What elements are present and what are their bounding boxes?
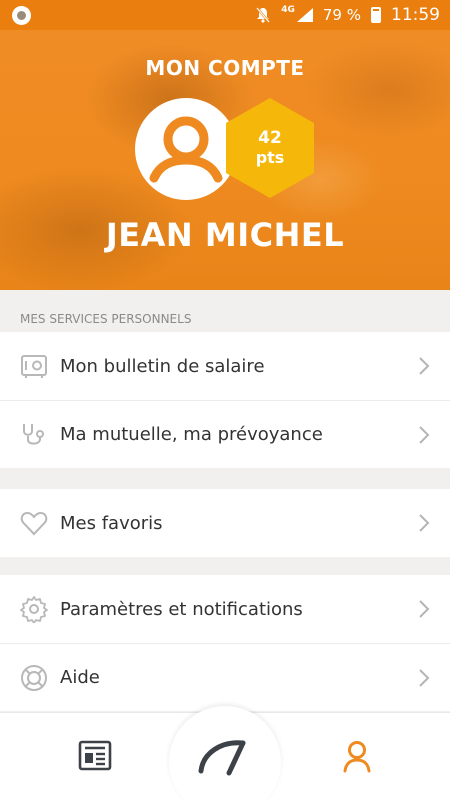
favorites-list: Mes favoris — [0, 489, 450, 557]
points-unit: pts — [255, 148, 285, 167]
avatar[interactable] — [135, 98, 237, 200]
nav-news[interactable] — [50, 712, 140, 800]
list-item-payslip[interactable]: Mon bulletin de salaire — [0, 332, 450, 400]
list-item-label: Mon bulletin de salaire — [60, 355, 265, 377]
mute-icon — [256, 7, 271, 23]
heart-icon — [20, 509, 48, 537]
chevron-right-icon — [419, 600, 430, 618]
status-bar: 4G 79 % 11:59 — [0, 0, 450, 30]
list-item-favorites[interactable]: Mes favoris — [0, 489, 450, 557]
lifebuoy-icon — [20, 664, 48, 692]
battery-icon — [371, 7, 381, 23]
chevron-right-icon — [419, 426, 430, 444]
user-icon — [149, 116, 223, 183]
list-item-help[interactable]: Aide — [0, 643, 450, 711]
safe-icon — [20, 352, 48, 380]
list-item-insurance[interactable]: Ma mutuelle, ma prévoyance — [0, 400, 450, 468]
signal-icon — [296, 8, 313, 22]
gauge-icon — [198, 740, 246, 776]
section-label: MES SERVICES PERSONNELS — [20, 312, 192, 326]
list-item-label: Mes favoris — [60, 512, 163, 534]
list-item-label: Paramètres et notifications — [60, 598, 303, 620]
app-notification-icon — [12, 6, 31, 25]
list-item-label: Ma mutuelle, ma prévoyance — [60, 424, 323, 445]
user-name: JEAN MICHEL — [105, 216, 345, 254]
status-icons: 4G 79 % 11:59 — [255, 0, 440, 30]
list-item-label: Aide — [60, 667, 100, 688]
profile-icon — [343, 741, 371, 773]
chevron-right-icon — [419, 669, 430, 687]
nav-profile[interactable] — [312, 712, 402, 800]
points-badge: 42 pts — [226, 98, 314, 198]
settings-list: Paramètres et notifications Aide — [0, 575, 450, 711]
list-item-settings[interactable]: Paramètres et notifications — [0, 575, 450, 643]
network-type: 4G — [281, 5, 295, 15]
clock: 11:59 — [391, 5, 440, 25]
personal-services-list: Mon bulletin de salaire Ma mutuelle, ma … — [0, 332, 450, 468]
page-title: MON COMPTE — [145, 56, 305, 80]
gear-icon — [20, 595, 48, 623]
points-value: 42 — [258, 128, 282, 148]
chevron-right-icon — [419, 357, 430, 375]
nav-dashboard[interactable] — [169, 712, 281, 800]
account-header: MON COMPTE 42 pts JEAN MICHEL — [0, 30, 450, 290]
stethoscope-icon — [20, 421, 48, 449]
chevron-right-icon — [419, 514, 430, 532]
battery-percentage: 79 % — [322, 6, 361, 24]
news-icon — [78, 740, 112, 771]
